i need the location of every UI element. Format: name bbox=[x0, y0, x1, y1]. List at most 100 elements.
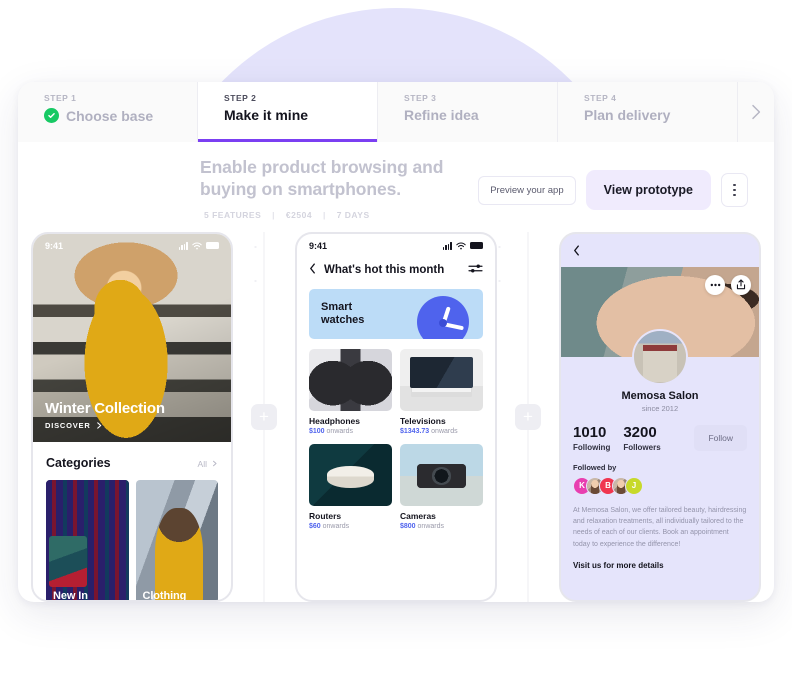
product-card[interactable]: Headphones $100 onwards bbox=[309, 348, 392, 435]
add-screen-button[interactable]: + bbox=[251, 403, 277, 430]
meta-price: €2504 bbox=[285, 209, 313, 220]
battery-icon bbox=[470, 242, 483, 250]
step-label-wrap: Refine idea bbox=[404, 108, 557, 122]
hero-caption: Winter Collection DISCOVER bbox=[45, 400, 165, 430]
product-name: Routers bbox=[309, 510, 342, 521]
product-card[interactable]: Televisions $1343.73 onwards bbox=[400, 348, 483, 435]
step-label: Refine idea bbox=[404, 107, 479, 123]
product-price: $800 onwards bbox=[400, 523, 483, 530]
step-label: Plan delivery bbox=[584, 107, 671, 123]
add-screen-slot-2: + bbox=[510, 231, 546, 602]
meta-separator-1: | bbox=[272, 209, 276, 220]
battery-icon bbox=[206, 242, 219, 250]
check-circle-icon bbox=[44, 108, 59, 123]
step-tab-4[interactable]: STEP 4 Plan delivery bbox=[558, 82, 738, 142]
add-screen-button[interactable]: + bbox=[515, 403, 541, 430]
followed-by-avatars: K B J bbox=[561, 472, 759, 495]
category-photo bbox=[46, 479, 129, 600]
wifi-icon bbox=[456, 242, 466, 250]
nav-title: What's hot this month bbox=[324, 263, 445, 276]
prototype-panels: 9:41 Winter Collection DISCOVER Categori… bbox=[18, 220, 774, 602]
wizard-card: STEP 1 Choose base STEP 2 Make it mine S… bbox=[18, 82, 774, 602]
follow-button[interactable]: Follow bbox=[694, 425, 747, 452]
step-tab-2[interactable]: STEP 2 Make it mine bbox=[198, 82, 378, 142]
see-all-label: All bbox=[197, 458, 207, 469]
project-meta: 5 FEATURES | €2504 | 7 DAYS bbox=[200, 210, 478, 220]
followed-by-label: Followed by bbox=[573, 462, 617, 472]
hero-title: Winter Collection bbox=[45, 399, 165, 417]
more-vertical-icon-dot bbox=[733, 193, 736, 197]
banner-text: Smart watches bbox=[309, 301, 364, 327]
headline-block: Enable product browsing and buying on sm… bbox=[200, 156, 478, 220]
more-options-button[interactable] bbox=[721, 173, 748, 207]
steps-next-button[interactable] bbox=[738, 82, 774, 142]
salon-since: since 2012 bbox=[641, 403, 679, 413]
step-tab-1[interactable]: STEP 1 Choose base bbox=[18, 82, 198, 142]
product-price: $60 onwards bbox=[309, 523, 392, 530]
hero-cta[interactable]: DISCOVER bbox=[45, 421, 165, 430]
follower-avatar[interactable]: J bbox=[625, 476, 643, 495]
visit-link[interactable]: Visit us for more details bbox=[561, 550, 759, 570]
more-vertical-icon-dot bbox=[733, 183, 736, 187]
product-name: Headphones bbox=[309, 415, 361, 426]
price-value: $60 bbox=[309, 522, 321, 530]
avatar-image bbox=[634, 330, 686, 383]
promo-banner-smartwatches[interactable]: Smart watches bbox=[309, 288, 483, 339]
category-grid: New In Clothing bbox=[33, 479, 231, 602]
step-label: Choose base bbox=[66, 107, 154, 124]
see-all-link[interactable]: All bbox=[198, 459, 218, 469]
category-label: Clothing bbox=[142, 589, 187, 602]
chevron-right-icon bbox=[213, 461, 217, 467]
share-icon bbox=[736, 279, 746, 290]
step-number: STEP 4 bbox=[584, 93, 617, 103]
banner-line-2: watches bbox=[321, 313, 365, 326]
stat-value: 3200 bbox=[623, 423, 657, 441]
price-suffix: onwards bbox=[326, 427, 353, 435]
category-card[interactable]: New In bbox=[46, 479, 129, 600]
categories-header: Categories All bbox=[33, 442, 231, 480]
step-tab-3[interactable]: STEP 3 Refine idea bbox=[378, 82, 558, 142]
product-name: Cameras bbox=[400, 510, 436, 521]
phone-mockup-electronics[interactable]: 9:41 What's hot this month Smart watches… bbox=[295, 231, 497, 602]
step-number: STEP 2 bbox=[224, 93, 257, 103]
chevron-right-icon bbox=[751, 104, 760, 120]
price-value: $100 bbox=[309, 427, 325, 435]
meta-separator-2: | bbox=[322, 209, 326, 220]
nav-bar: What's hot this month bbox=[297, 254, 495, 289]
status-time: 9:41 bbox=[45, 240, 64, 251]
status-bar: 9:41 bbox=[33, 234, 231, 254]
section-title: Categories bbox=[46, 455, 111, 470]
preview-app-button[interactable]: Preview your app bbox=[478, 175, 576, 205]
category-photo bbox=[135, 479, 218, 600]
phone-mockup-fashion[interactable]: 9:41 Winter Collection DISCOVER Categori… bbox=[31, 231, 233, 602]
stat-value: 1010 bbox=[573, 423, 607, 441]
chevron-right-icon bbox=[96, 422, 101, 429]
share-button[interactable] bbox=[731, 274, 751, 295]
product-card[interactable]: Cameras $800 onwards bbox=[400, 443, 483, 530]
step-number: STEP 3 bbox=[404, 93, 437, 103]
stat-followers: 3200 Followers bbox=[623, 425, 660, 452]
status-bar: 9:41 bbox=[297, 234, 495, 254]
filter-button[interactable] bbox=[468, 261, 483, 279]
panel-phone-2: 9:41 What's hot this month Smart watches… bbox=[282, 231, 510, 602]
salon-nav bbox=[561, 234, 759, 267]
step-label-wrap: Make it mine bbox=[224, 108, 377, 122]
hero-cta-label: DISCOVER bbox=[45, 420, 91, 430]
back-button[interactable] bbox=[573, 243, 580, 260]
back-button[interactable] bbox=[309, 263, 316, 276]
stat-label: Followers bbox=[623, 442, 661, 452]
product-image bbox=[309, 348, 392, 411]
product-price: $100 onwards bbox=[309, 428, 392, 435]
phone-mockup-salon[interactable]: Memosa Salon since 2012 1010 Following 3… bbox=[559, 231, 761, 602]
step-label-wrap: Plan delivery bbox=[584, 108, 737, 122]
price-suffix: onwards bbox=[417, 522, 444, 530]
more-horizontal-icon bbox=[710, 283, 720, 286]
product-card[interactable]: Routers $60 onwards bbox=[309, 443, 392, 530]
price-value: $800 bbox=[400, 522, 416, 530]
product-image bbox=[400, 443, 483, 506]
view-prototype-button[interactable]: View prototype bbox=[585, 170, 711, 210]
category-card[interactable]: Clothing bbox=[135, 479, 218, 602]
more-options-button[interactable] bbox=[705, 274, 725, 295]
header-actions: Preview your app View prototype bbox=[478, 156, 748, 210]
add-screen-slot-1: + bbox=[246, 231, 282, 602]
